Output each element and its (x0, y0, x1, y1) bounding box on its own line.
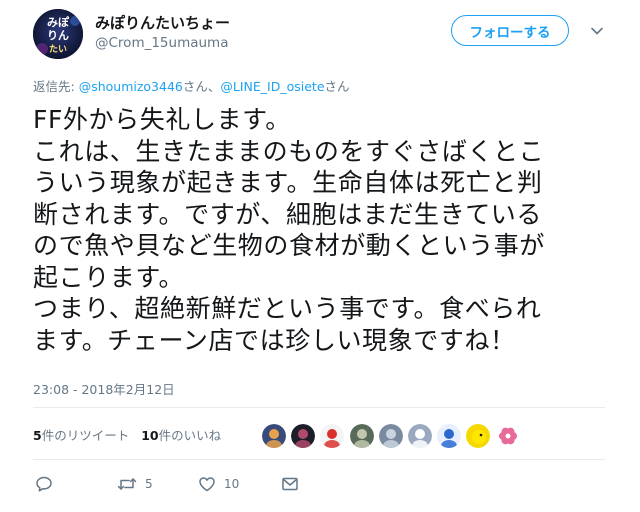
like-count: 10 (224, 477, 240, 491)
liker-avatar-5[interactable] (378, 424, 403, 448)
tweet-text-line: これは、生きたままのものをすぐさばくとこ (33, 136, 545, 166)
tweet-text-line: 断されます。ですが、細胞はまだ生きている (33, 199, 543, 229)
liker-avatars (262, 424, 525, 448)
reply-mention-link[interactable]: @LINE_ID_osiete (220, 79, 324, 94)
tweet-actions: 5 10 (33, 475, 353, 495)
tweet-text-line: つまり、超絶新鮮だという事です。食べられ (33, 294, 542, 323)
reply-to-prefix: 返信先: (33, 79, 79, 94)
liker-avatar-image (291, 424, 316, 448)
liker-avatar-4[interactable] (349, 424, 374, 448)
divider (33, 407, 605, 408)
tweet-text-line: ます。チェーン店では珍しい現象ですね！ (33, 325, 516, 355)
avatar-image: みぽ りん たい (33, 9, 83, 59)
like-stat[interactable]: 10件のいいね (141, 428, 221, 443)
direct-message-icon (282, 477, 298, 491)
screen-name[interactable]: @Crom_15umauma (95, 35, 228, 51)
like-stat-count: 10 (141, 428, 159, 443)
follow-button[interactable]: フォローする (451, 15, 569, 46)
liker-avatar-image (437, 424, 462, 448)
tweet-text-line: ので魚や貝など生物の食材が動くという事が (33, 231, 546, 260)
liker-avatar-image (407, 424, 432, 448)
chevron-down-icon[interactable] (590, 24, 604, 38)
liker-avatar-2[interactable] (291, 424, 316, 448)
retweet-button[interactable]: 5 (117, 475, 153, 493)
like-button[interactable]: 10 (198, 475, 239, 493)
liker-avatar-3[interactable] (320, 424, 345, 448)
retweet-icon (117, 478, 137, 490)
display-name[interactable]: みぽりんたいちょー (95, 12, 230, 33)
liker-avatar-9[interactable] (495, 424, 520, 448)
svg-text:たい: たい (49, 44, 67, 55)
liker-avatar-8[interactable] (466, 424, 491, 448)
like-stat-label: 件のいいね (158, 428, 222, 443)
liker-avatar-6[interactable] (407, 424, 432, 448)
liker-avatar-1[interactable] (262, 424, 286, 448)
reply-button[interactable] (35, 475, 53, 493)
reply-icon (36, 476, 52, 492)
liker-avatar-image (262, 424, 286, 448)
retweet-stat[interactable]: 5件のリツイート (33, 428, 129, 443)
reply-mention-suffix: さん (324, 79, 350, 94)
tweet-card: みぽ りん たい みぽりんたいちょー @Crom_15umauma フォローする… (0, 0, 640, 512)
liker-avatar-image (349, 424, 374, 448)
liker-avatar-image (378, 424, 403, 448)
liker-avatar-7[interactable] (437, 424, 462, 448)
direct-message-button[interactable] (281, 475, 299, 493)
avatar[interactable]: みぽ りん たい (33, 9, 83, 59)
tweet-timestamp[interactable]: 23:08 - 2018年2月12日 (33, 379, 175, 398)
liker-avatar-image (466, 424, 491, 448)
svg-text:りん: りん (47, 29, 69, 42)
liker-avatar-image (495, 424, 520, 448)
divider (33, 459, 605, 460)
tweet-text-line: 起こります。 (33, 262, 185, 292)
reply-mention-suffix: さん、 (182, 79, 221, 94)
retweet-stat-label: 件のリツイート (41, 428, 130, 443)
tweet-text-line: ういう現象が起きます。生命自体は死亡と判 (33, 168, 543, 197)
reply-mention-link[interactable]: @shoumizo3446 (79, 79, 183, 94)
tweet-text-line: FF外から失礼します。 (33, 105, 291, 134)
reply-to-line: 返信先: @shoumizo3446さん、@LINE_ID_osieteさん (33, 76, 350, 95)
retweet-count: 5 (145, 477, 153, 491)
tweet-text: FF外から失礼します。 これは、生きたままのものをすぐさばくとこ ういう現象が起… (33, 104, 623, 356)
tweet-stats: 5件のリツイート 10件のいいね (33, 425, 229, 444)
liker-avatar-image (320, 424, 345, 448)
retweet-stat-count: 5 (33, 428, 42, 443)
svg-text:みぽ: みぽ (47, 15, 70, 29)
heart-icon (199, 477, 215, 492)
